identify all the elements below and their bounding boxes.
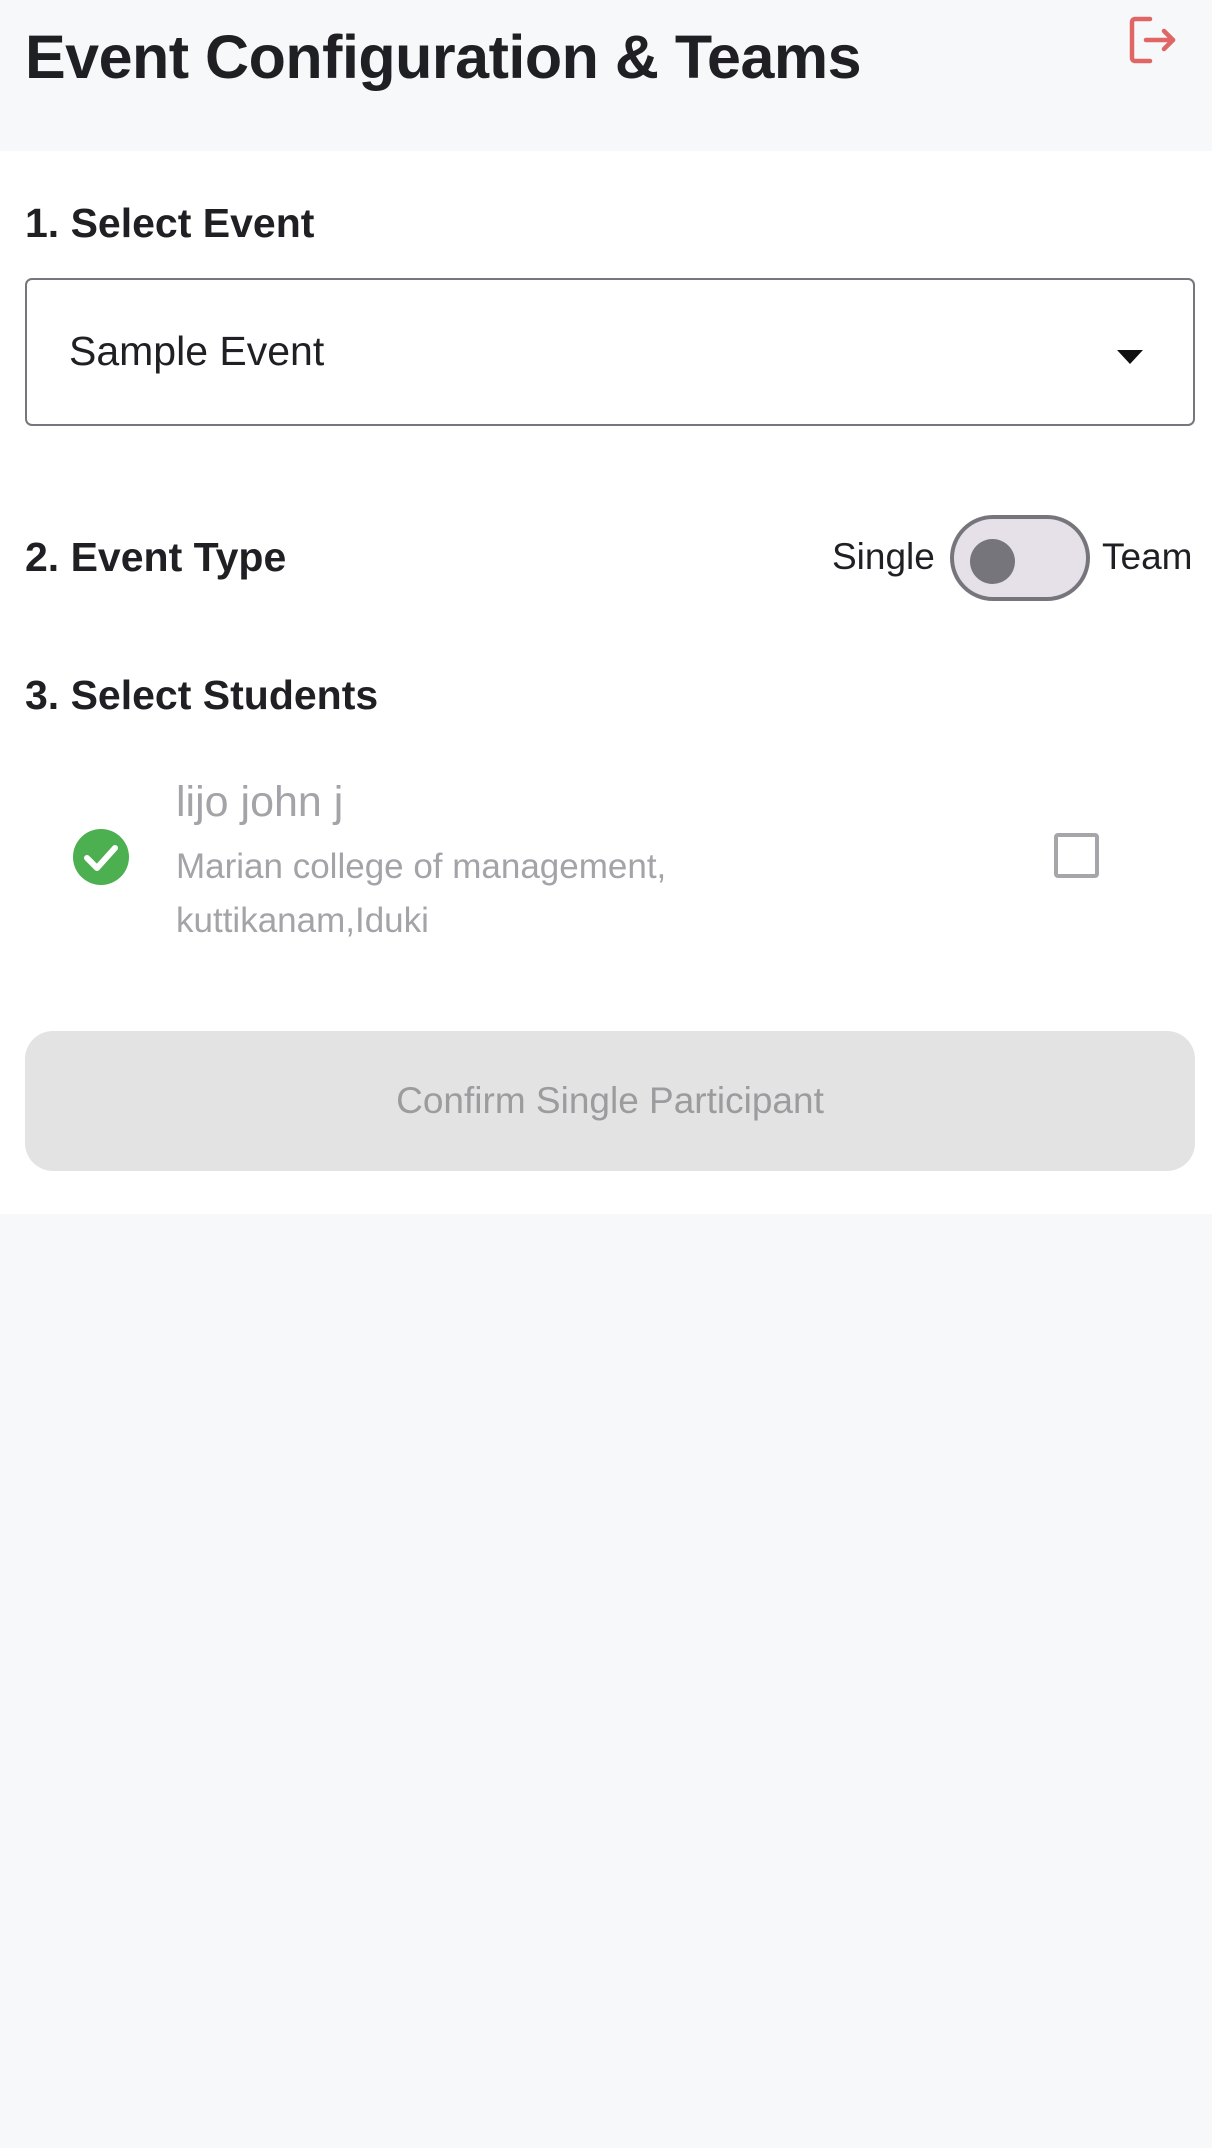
section-title-select-event: 1. Select Event (25, 200, 315, 246)
section-title-event-type: 2. Event Type (25, 534, 287, 580)
page-title: Event Configuration & Teams (25, 23, 862, 91)
student-list-item[interactable]: lijo john j Marian college of management… (25, 760, 1195, 960)
app-bar: Event Configuration & Teams (0, 0, 1212, 151)
event-dropdown-value: Sample Event (69, 328, 325, 374)
toggle-label-single: Single (832, 536, 935, 577)
student-select-checkbox[interactable] (1054, 833, 1099, 878)
logout-button[interactable] (1122, 8, 1186, 72)
caret-down-icon (1117, 350, 1143, 364)
toggle-label-team: Team (1102, 536, 1193, 577)
section-title-select-students: 3. Select Students (25, 672, 379, 718)
logout-icon (1129, 16, 1176, 64)
student-college: Marian college of management, kuttikanam… (176, 847, 667, 940)
check-circle-icon (73, 829, 129, 885)
event-type-toggle[interactable] (950, 515, 1090, 601)
toggle-thumb (970, 539, 1015, 584)
student-name: lijo john j (176, 778, 344, 826)
event-dropdown[interactable]: Sample Event (25, 278, 1195, 426)
confirm-single-participant-button[interactable]: Confirm Single Participant (25, 1031, 1195, 1171)
